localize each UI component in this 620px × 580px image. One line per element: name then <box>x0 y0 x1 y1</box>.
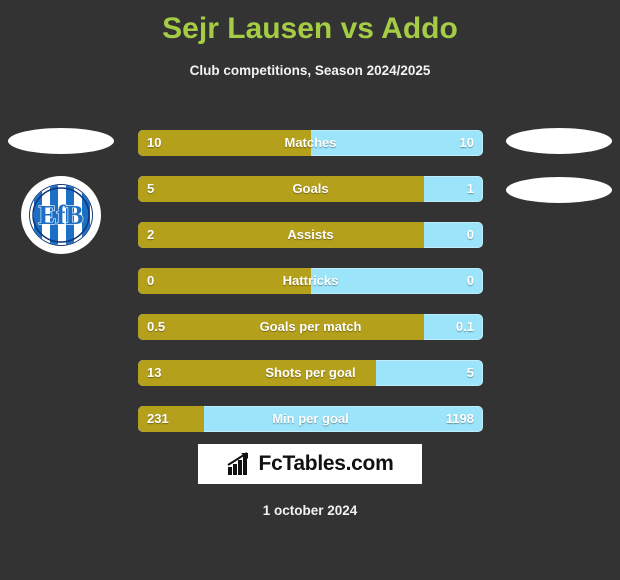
table-row: 2 Assists 0 <box>138 222 483 248</box>
stat-bar-chart: 10 Matches 10 5 Goals 1 2 Assists 0 0 Ha… <box>138 130 483 452</box>
table-row: 0 Hattricks 0 <box>138 268 483 294</box>
table-row: 13 Shots per goal 5 <box>138 360 483 386</box>
stat-label: Hattricks <box>282 273 339 288</box>
away-photo-placeholder-bottom <box>506 177 612 203</box>
efb-badge-icon: EfB <box>27 182 95 248</box>
away-value: 0 <box>466 227 474 242</box>
away-value: 1198 <box>445 411 474 426</box>
fctables-logo[interactable]: FcTables.com <box>198 444 422 484</box>
page-title: Sejr Lausen vs Addo <box>162 12 458 45</box>
table-row: 0.5 Goals per match 0.1 <box>138 314 483 340</box>
away-value: 5 <box>466 365 474 380</box>
home-photo-placeholder <box>8 128 114 154</box>
stat-label: Shots per goal <box>265 365 356 380</box>
logo-text: FcTables.com <box>258 452 394 475</box>
table-row: 231 Min per goal 1198 <box>138 406 483 432</box>
away-photo-placeholder-top <box>506 128 612 154</box>
away-value: 0 <box>466 273 474 288</box>
stat-label: Assists <box>287 227 334 242</box>
svg-text:EfB: EfB <box>38 200 83 230</box>
stat-label: Goals per match <box>259 319 362 334</box>
away-value: 0.1 <box>455 319 474 334</box>
bar-chart-icon <box>227 452 248 475</box>
away-value: 10 <box>459 135 474 150</box>
table-row: 5 Goals 1 <box>138 176 483 202</box>
page-subtitle: Club competitions, Season 2024/2025 <box>189 63 431 78</box>
footer-date: 1 october 2024 <box>262 503 358 518</box>
away-value: 1 <box>466 181 474 196</box>
stat-label: Min per goal <box>272 411 349 426</box>
stat-label: Matches <box>284 135 337 150</box>
stat-label: Goals <box>292 181 329 196</box>
home-club-crest: EfB <box>21 176 101 254</box>
table-row: 10 Matches 10 <box>138 130 483 156</box>
